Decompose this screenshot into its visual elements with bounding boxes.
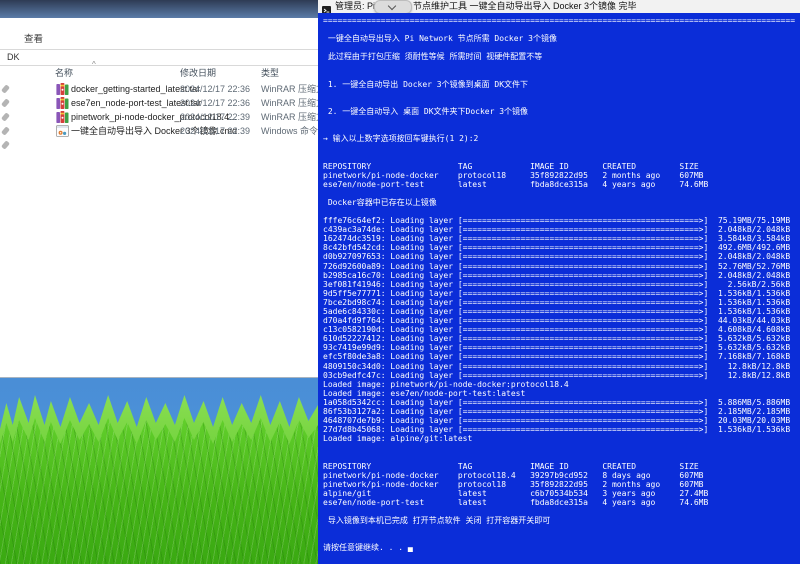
file-row[interactable]: pinetwork_pi-node-docker_protocol18.4...… [0,110,318,124]
file-list: docker_getting-started_latest.tar2024/12… [0,82,318,142]
chevron-down-icon [388,2,396,10]
file-row[interactable]: 一键全自动导出导入 Docker 3个镜像.cmd2024/12/17 22:3… [0,124,318,138]
console-output: ========================================… [323,16,795,553]
address-text: DK [7,50,20,65]
dropdown-overlay[interactable] [374,0,412,14]
column-header-name[interactable]: 名称 [55,66,73,80]
winrar-archive-icon [56,111,69,123]
explorer-menu-bar: 共享 查看 [0,33,318,47]
address-bar[interactable]: DK [0,49,318,66]
file-modified-date: 2024/12/17 22:36 [180,82,250,96]
console-title-bar[interactable]: 管理员: Pi Network 节点维护工具 一键全自动导出导入 Docker … [318,0,800,14]
file-row[interactable]: ese7en_node-port-test_latest.tar2024/12/… [0,96,318,110]
wallpaper-sky-top [0,0,318,18]
console-body[interactable]: ========================================… [318,13,800,564]
winrar-archive-icon [56,97,69,109]
file-modified-date: 2024/12/17 22:39 [180,110,250,124]
column-header-modified[interactable]: 修改日期 [180,66,216,80]
column-header-row: 名称 修改日期 类型 [0,66,318,80]
console-window[interactable]: 管理员: Pi Network 节点维护工具 一键全自动导出导入 Docker … [318,0,800,564]
file-type: Windows 命令脚本 [261,124,318,138]
file-modified-date: 2024/12/17 22:39 [180,124,250,138]
file-type: WinRAR 压缩文件 [261,82,318,96]
column-header-type[interactable]: 类型 [261,66,279,80]
explorer-window[interactable]: 共享 查看 DK 名称 修改日期 类型 ^ docker_getting-sta… [0,18,318,378]
menu-item-view[interactable]: 查看 [24,33,43,47]
file-type: WinRAR 压缩文件 [261,96,318,110]
winrar-archive-icon [56,83,69,95]
file-row[interactable]: docker_getting-started_latest.tar2024/12… [0,82,318,96]
cmd-script-icon [56,125,69,137]
sort-ascending-icon: ^ [92,60,96,69]
file-modified-date: 2024/12/17 22:36 [180,96,250,110]
file-type: WinRAR 压缩文件 [261,110,318,124]
